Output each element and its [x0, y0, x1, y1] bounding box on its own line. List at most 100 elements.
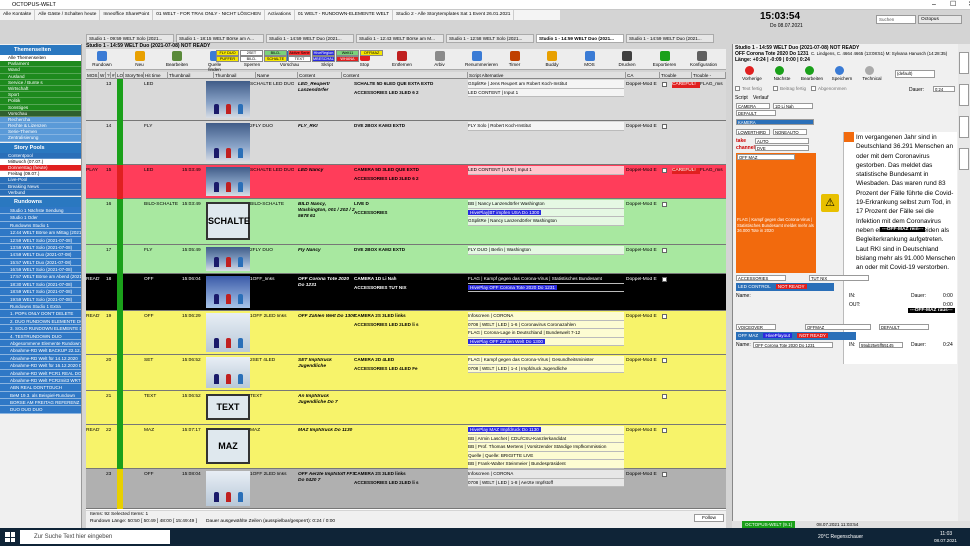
template-tag[interactable]: SCHALTE [264, 56, 287, 62]
checkbox[interactable] [811, 86, 816, 92]
tab-rundown[interactable]: Studio 1 - 12:58 WELT Solo (2021... [446, 34, 534, 43]
template-tag[interactable]: BILD-SCHALTE [264, 50, 287, 56]
column-header[interactable]: Content [342, 72, 468, 79]
template-tag[interactable]: OFFMAZ [360, 50, 383, 56]
nav-item[interactable]: 19:59 WELT Solo (2021-07-08) [0, 295, 81, 304]
column-header[interactable]: CA [626, 72, 660, 79]
row-checkbox[interactable] [662, 314, 667, 319]
toolbar-icon[interactable] [584, 51, 595, 61]
template-tag[interactable]: PUFFER [216, 56, 239, 62]
detail-button-icon[interactable] [835, 66, 844, 75]
menu-item[interactable]: 01 WELT - FOR TRAs ONLY - NICHT LÖSCHEN [153, 10, 265, 20]
template-tag[interactable]: Aktive Serie [288, 50, 311, 56]
menu-item[interactable]: Alle Gäste / Schalten heute [35, 10, 101, 20]
row-content-elements[interactable]: Infoscreen | CORONA 0708 | WELT | LED | 1… [468, 470, 624, 487]
nav-item[interactable]: DUO DUO DUO [0, 406, 81, 414]
rundown-row[interactable]: PLAY 15 LED 15:03:49 SCHALTE LED DUO LED Nanc… [86, 165, 726, 199]
vtab-3[interactable] [959, 116, 969, 138]
minimize-icon[interactable]: – [920, 0, 936, 10]
toolbar-button[interactable]: Stop [353, 62, 377, 67]
detail-button[interactable]: Nächste [767, 76, 797, 81]
toolbar-icon[interactable] [659, 51, 670, 61]
row-content-elements[interactable]: FLAG | Kampf gegen das Corona-Virus | Ge… [468, 356, 624, 373]
row-content-elements[interactable]: FLAG | Kampf gegen das Corona-Virus | St… [468, 275, 624, 292]
row-checkbox[interactable] [662, 124, 667, 129]
nav-item[interactable]: Abnahme-RD Welt PCR2mit3 WRT DONTTOUCH [0, 376, 81, 385]
row-content-elements[interactable]: HivePlay MAZ Impfdruck Do 1130 BB | Armin… [468, 426, 624, 469]
rundown-row[interactable]: 20 SET 15:06:52 2SET 4LED SET Impfdruck Juge… [86, 355, 726, 391]
tab-rundown[interactable]: Studio 1 - 14:59 WELT Duo (2021... [626, 34, 714, 43]
row-name[interactable]: BILD Nancy, Washington, 001 / 202 / 2 56… [298, 202, 356, 220]
row-checkbox[interactable] [662, 358, 667, 363]
row-checkbox[interactable] [662, 472, 667, 477]
search-input[interactable]: Suchen [876, 15, 916, 24]
nav-item[interactable]: Studio 1 Nächste Sendung [0, 206, 81, 215]
menu-item[interactable]: 01 WELT - RUNDOWN-ELEMENTE WELT [295, 10, 394, 20]
accessories-field[interactable]: ACCESSORIES [736, 275, 786, 281]
rundown-row[interactable]: READY 19 OFF 15:06:29 1OFF 2LED links OFF Zah… [86, 311, 726, 355]
themen-header[interactable]: Themenseiten [0, 45, 81, 55]
menu-item[interactable]: Studio 2 - Alle Storytemplates Sat 1 Eve… [393, 10, 515, 20]
nav-item[interactable]: BORSE AM FREITAG REFERENZ [0, 399, 81, 407]
noneauto-field[interactable]: NONEAUTO [773, 129, 807, 135]
toolbar-button[interactable]: Bearbeiten [165, 62, 189, 67]
rundown-row[interactable]: 17 FLY 15:05:49 2FLY DUO Fly Nancy Doppel-Mod… [86, 245, 726, 274]
checkbox[interactable] [735, 86, 740, 92]
nav-item[interactable]: Verbund [0, 189, 81, 196]
nav-item[interactable]: 1. POPs ONLY DON'T DELETE [0, 310, 81, 318]
mediaid-field[interactable]: 59ab25e5ff55145 [859, 342, 903, 348]
verlauf-tab[interactable]: Verlauf [753, 95, 769, 101]
windows-start-icon[interactable] [5, 532, 15, 542]
nav-item[interactable]: Abnahme-RD Welt für 14.12.2020 [0, 354, 81, 363]
toolbar-button[interactable]: Sperren [240, 62, 264, 67]
row-checkbox[interactable] [662, 277, 667, 282]
vtab-2[interactable] [959, 84, 969, 106]
toolbar-button[interactable]: Vorschau [278, 62, 302, 67]
row-name[interactable]: MAZ Impfdruck Do 1130 [298, 428, 356, 434]
toolbar-icon[interactable] [472, 51, 482, 61]
rundowns-header[interactable]: Rundowns [0, 196, 81, 207]
column-header[interactable]: LOK [116, 72, 124, 79]
toolbar-button[interactable]: Renummerieren [465, 62, 498, 67]
column-header[interactable]: Thumbnail [214, 72, 256, 79]
vtab-4[interactable] [959, 148, 969, 170]
row-name[interactable]: LED_Reupert/ Lanzendörfer [298, 82, 356, 94]
toolbar-button[interactable]: Skript [315, 62, 339, 67]
row-checkbox[interactable] [662, 82, 667, 87]
template-tag[interactable]: FLY DUO [216, 50, 239, 56]
row-content-elements[interactable]: BB | Nancy Lanzendörfer Washington HivePl… [468, 200, 624, 226]
toolbar-button[interactable]: Entfernen [390, 62, 414, 67]
default-select[interactable]: (default) [895, 70, 935, 78]
row-content-tech[interactable]: SCHALTE 5D 6LED QUE EXTA EXTD ACCESSORIES… [354, 80, 466, 97]
nav-item[interactable]: 2. DUO RUNDOWN ELEMENTE DON'T DELETE [0, 317, 81, 326]
row-content-tech[interactable]: LIVE D ACCESSORIES [354, 200, 466, 217]
follow-button[interactable]: Follow [694, 514, 724, 522]
nav-item[interactable]: 17:57 WELT Börse am Abend (2021-07-08) [0, 273, 81, 281]
row-name[interactable]: Fly Nancy [298, 248, 356, 254]
nav-item[interactable]: Rundowns Studio 1 Extra [0, 303, 81, 311]
rundown-row[interactable]: 21 TEXT 15:06:52 TEXT An Impfdruck Jugendlic… [86, 391, 726, 425]
row-content-tech[interactable]: DVE 2BOX KAM2 EXTD [354, 246, 466, 255]
row-content-tech[interactable]: DVE 2BOX KAM3 EXTD [354, 122, 466, 131]
check-item[interactable]: Abgenommen [811, 86, 847, 92]
tab-rundown[interactable]: Studio 1 - 09:59 WELT Solo (2021... [86, 34, 174, 43]
toolbar-button[interactable]: Rundown [90, 62, 114, 67]
row-content-elements[interactable]: FLY Solo | Robert Koch-Institut [468, 122, 624, 131]
duration-field[interactable]: 0:24 [933, 86, 955, 92]
nav-item[interactable]: Abnahme-RD Welt BACKUP 22.12.20 20:00 [0, 347, 81, 355]
detail-button-icon[interactable] [745, 66, 754, 75]
nav-item[interactable]: Abnahme-RD Welt für 16.12.2020 DONTTOUCH [0, 362, 81, 370]
row-name[interactable]: OFF Aerzte Impfstoff FFS Do 0420 7 [298, 472, 356, 484]
checkbox[interactable] [773, 86, 778, 92]
tab-rundown[interactable]: Studio 1 - 14:59 WELT Duo (2021... [536, 34, 624, 43]
nav-item[interactable]: 18:59 WELT Solo (2021-07-08) [0, 288, 81, 296]
template-tag[interactable]: Welt11 [336, 50, 359, 56]
column-header[interactable]: Name [256, 72, 298, 79]
camera-field[interactable]: CAMERA [736, 103, 770, 109]
detail-button[interactable]: Technical [857, 76, 887, 81]
voiceover-field[interactable]: VOICEOVER [736, 324, 776, 330]
tutnix-field[interactable]: TUT NIX [809, 275, 869, 281]
rundown-row[interactable]: READY 18 OFF 15:06:04 1OFF_links OFF Corona T… [86, 274, 726, 311]
row-content-elements[interactable]: FLY DUO | Berlin | Washington [468, 246, 624, 255]
row-content-elements[interactable]: GSplitRe | Jens Reupert am Robert Koch-I… [468, 80, 624, 97]
